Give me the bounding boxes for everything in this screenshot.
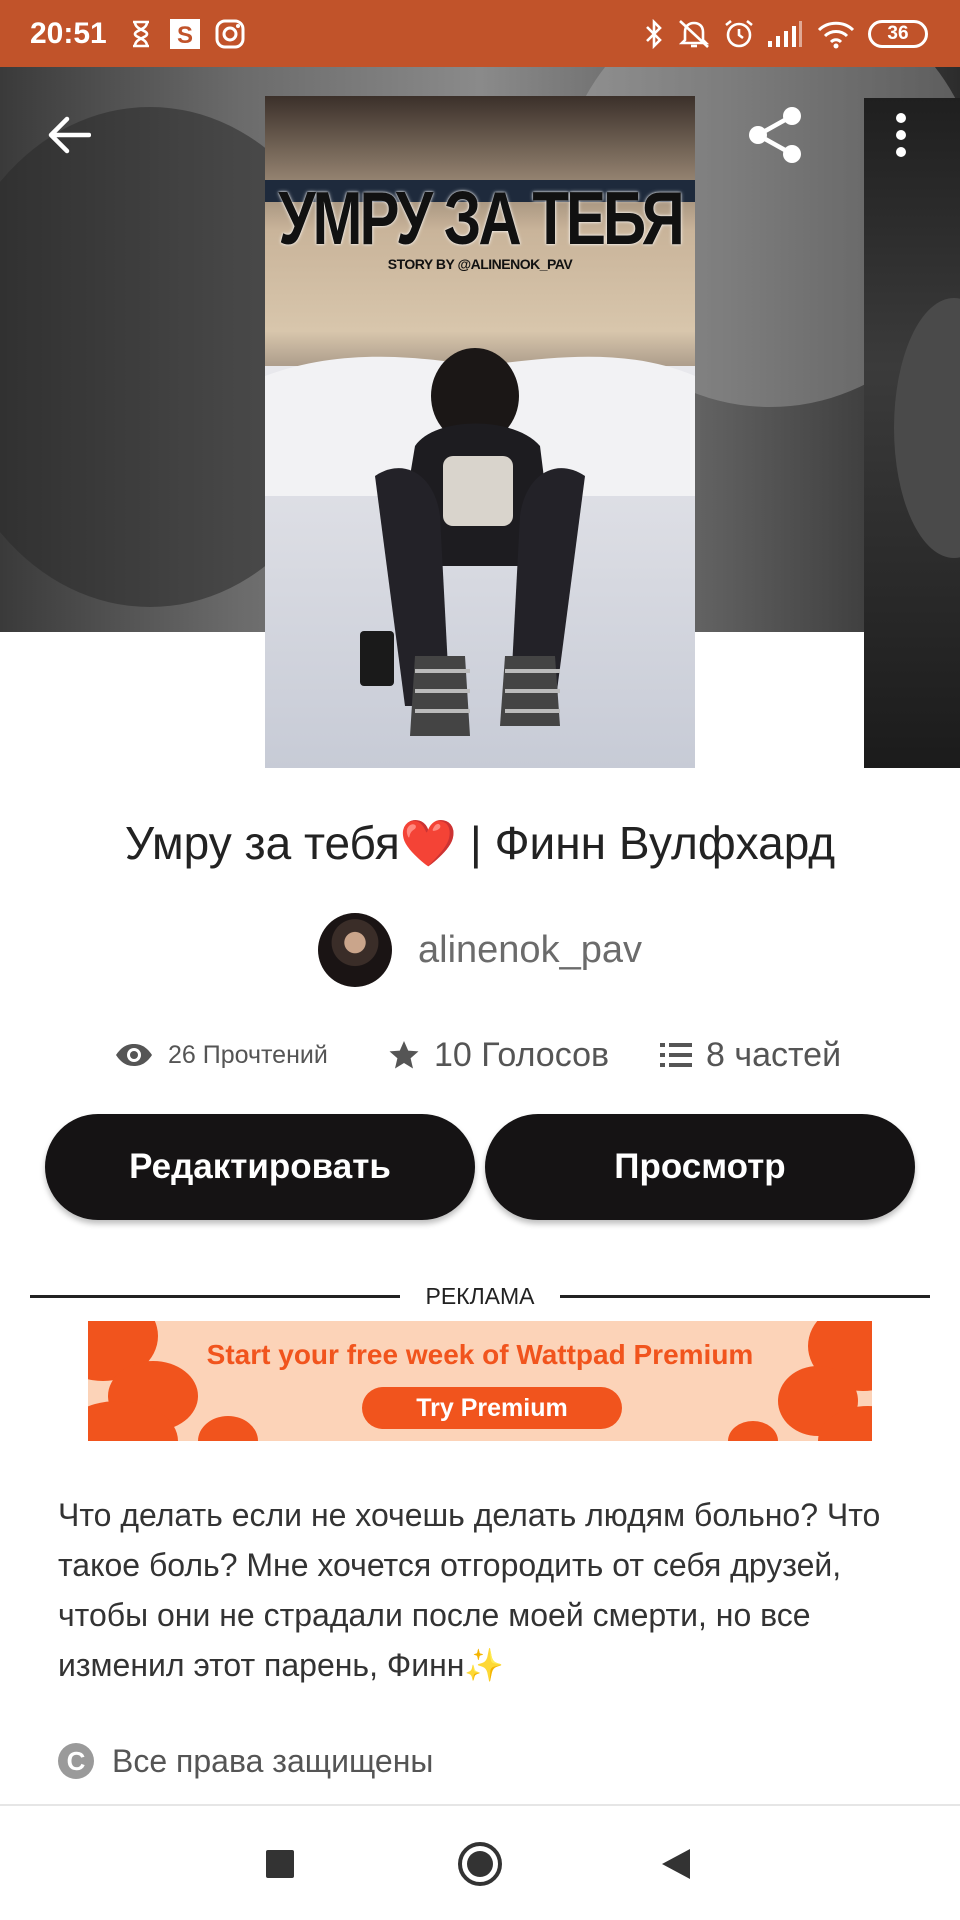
copyright-row: C Все права защищены bbox=[58, 1736, 433, 1786]
more-vertical-icon bbox=[896, 113, 906, 157]
recent-apps-button[interactable] bbox=[250, 1834, 310, 1894]
copyright-icon: C bbox=[58, 1743, 94, 1779]
wifi-icon bbox=[816, 18, 856, 50]
s-app-icon: S bbox=[168, 18, 202, 50]
cover-byline-text: STORY BY @ALINENOK_PAV bbox=[387, 256, 573, 272]
back-nav-button[interactable] bbox=[646, 1834, 706, 1894]
bluetooth-icon bbox=[640, 18, 668, 50]
alarm-icon bbox=[722, 18, 756, 50]
recent-apps-icon bbox=[266, 1850, 294, 1878]
ad-label: РЕКЛАМА bbox=[425, 1283, 535, 1309]
votes-count: 10 Голосов bbox=[434, 1035, 610, 1074]
arrow-left-icon bbox=[48, 116, 91, 154]
parts-stat: 8 частей bbox=[660, 1030, 841, 1080]
ad-divider-right bbox=[560, 1295, 930, 1298]
ad-banner[interactable]: Start your free week of Wattpad Premium … bbox=[88, 1321, 872, 1441]
author-row[interactable]: alinenok_pav bbox=[0, 912, 960, 988]
eye-icon bbox=[116, 1044, 152, 1066]
next-story-cover[interactable] bbox=[864, 98, 960, 768]
view-button[interactable]: Просмотр bbox=[485, 1114, 915, 1220]
share-button[interactable] bbox=[740, 100, 810, 170]
story-cover[interactable]: УМРУ ЗА ТЕБЯ STORY BY @ALINENOK_PAV bbox=[265, 96, 695, 768]
author-avatar[interactable] bbox=[318, 913, 393, 987]
story-title: Умру за тебя❤️ | Финн Вулфхард bbox=[124, 817, 836, 869]
author-name[interactable]: alinenok_pav bbox=[418, 929, 642, 972]
mute-icon bbox=[676, 18, 712, 50]
parts-count: 8 частей bbox=[706, 1035, 842, 1074]
ad-headline: Start your free week of Wattpad Premium bbox=[206, 1339, 754, 1370]
share-icon bbox=[749, 107, 801, 163]
star-icon bbox=[389, 1041, 419, 1069]
battery-indicator: 36 bbox=[868, 20, 928, 48]
story-description: Что делать если не хочешь делать людям б… bbox=[58, 1497, 881, 1683]
list-icon bbox=[660, 1043, 692, 1067]
try-premium-button[interactable]: Try Premium bbox=[362, 1387, 622, 1429]
votes-stat: 10 Голосов bbox=[388, 1030, 609, 1080]
edit-button[interactable]: Редактировать bbox=[45, 1114, 475, 1220]
back-triangle-icon bbox=[662, 1849, 690, 1879]
hourglass-icon bbox=[128, 18, 154, 50]
home-icon bbox=[458, 1842, 502, 1886]
more-options-button[interactable] bbox=[866, 100, 936, 170]
signal-icon bbox=[766, 18, 804, 50]
cover-title-text: УМРУ ЗА ТЕБЯ bbox=[278, 176, 685, 261]
instagram-icon bbox=[214, 18, 246, 50]
status-time: 20:51 bbox=[30, 17, 107, 50]
system-nav-bar bbox=[0, 1806, 960, 1920]
home-button[interactable] bbox=[450, 1834, 510, 1894]
reads-count: 26 Прочтений bbox=[168, 1040, 328, 1069]
status-bar: 20:51 S 36 bbox=[0, 0, 960, 67]
svg-text:S: S bbox=[177, 22, 193, 49]
copyright-text: Все права защищены bbox=[112, 1742, 434, 1779]
ad-divider-left bbox=[30, 1295, 400, 1298]
reads-stat: 26 Прочтений bbox=[114, 1030, 328, 1080]
back-button[interactable] bbox=[34, 100, 104, 170]
